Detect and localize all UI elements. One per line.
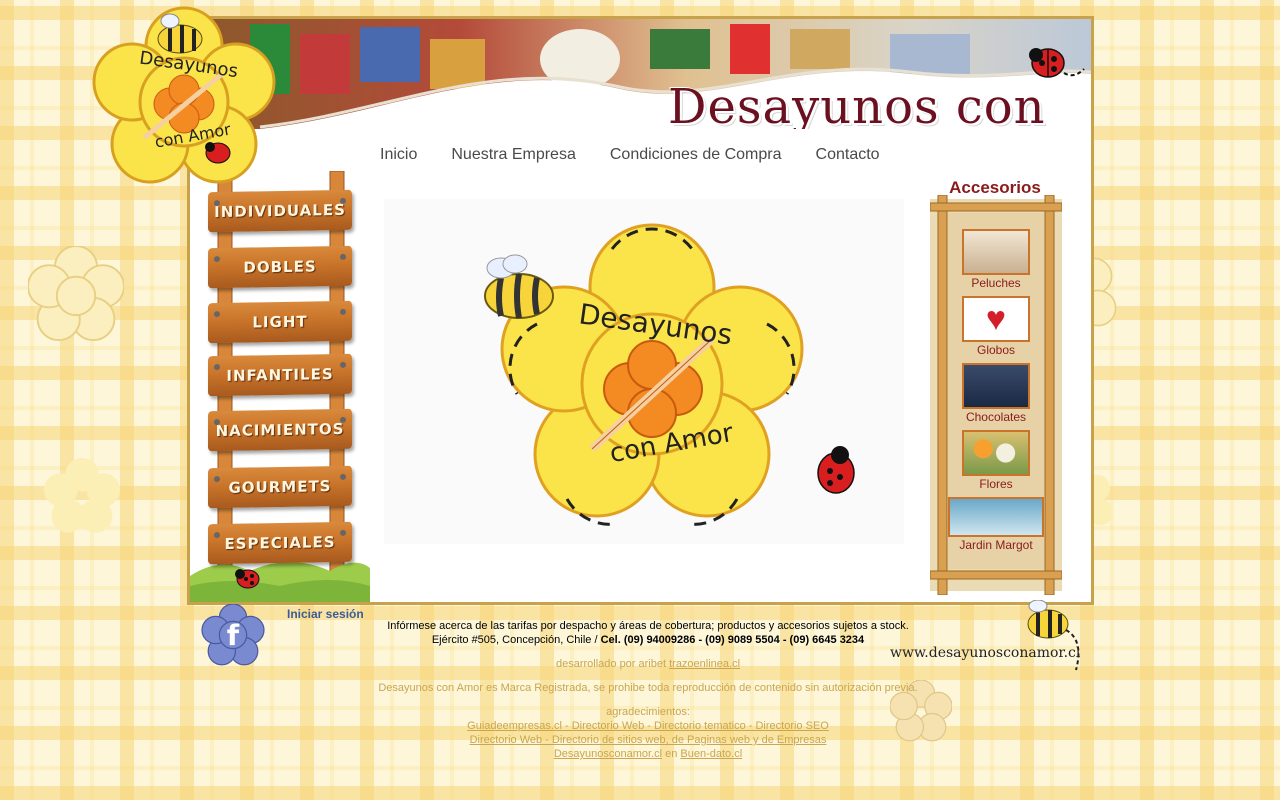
menu-label: DOBLES (243, 257, 317, 277)
thanks-link-buendato[interactable]: Buen-dato.cl (680, 748, 742, 760)
menu-label: INFANTILES (226, 365, 334, 385)
menu-individuales[interactable]: INDIVIDUALES (208, 189, 352, 233)
flowers-icon (962, 430, 1030, 476)
accessory-globos[interactable]: ♥ Globos (930, 296, 1062, 357)
accessory-flores[interactable]: Flores (930, 430, 1062, 491)
info-line1: Infórmese acerca de las tarifas por desp… (387, 620, 909, 632)
accessory-label: Chocolates (965, 410, 1027, 424)
menu-light[interactable]: LIGHT (208, 300, 352, 344)
thanks-label: agradecimientos: (606, 706, 690, 718)
info-line2: Ejército #505, Concepción, Chile / Cel. … (330, 634, 966, 646)
ladybug-icon (1029, 48, 1085, 78)
developer-link[interactable]: trazoenlinea.cl (669, 658, 740, 670)
thanks-line1: Guiadeempresas.cl - Directorio Web - Dir… (330, 720, 966, 732)
background-flower-icon (28, 246, 124, 342)
thanks-line3: Desayunosconamor.cl en Buen-dato.cl (330, 748, 966, 760)
address-text: Ejército #505, Concepción, Chile / (431, 634, 601, 646)
plush-dog-icon (962, 229, 1030, 275)
accessory-chocolates[interactable]: Chocolates (930, 363, 1062, 424)
hero-flower-logo: Desayunos con Amor (384, 199, 904, 544)
nav-condiciones-de-compra[interactable]: Condiciones de Compra (610, 146, 782, 164)
accessory-label: Jardin Margot (959, 538, 1033, 552)
jardin-margot-logo (948, 497, 1044, 537)
accessories-panel: Peluches ♥ Globos Chocolates Flores Jard… (930, 195, 1062, 595)
menu-label: GOURMETS (228, 477, 332, 497)
website-url-text: www.desayunosconamor.cl (890, 645, 1081, 661)
accessory-label: Globos (976, 343, 1016, 357)
phones-text: Cel. (09) 94009286 - (09) 9089 5504 - (0… (600, 634, 865, 646)
menu-especiales[interactable]: ESPECIALES (208, 521, 352, 565)
site-logo[interactable]: Desayunos con Amor (88, 3, 283, 185)
chocolate-box-icon (962, 363, 1030, 409)
menu-dobles[interactable]: DOBLES (208, 245, 352, 289)
heart-balloon-icon: ♥ (962, 296, 1030, 342)
header-banner: Desayunos con Amor (190, 19, 1091, 129)
menu-nacimientos[interactable]: NACIMIENTOS (208, 408, 352, 452)
accessory-label: Flores (979, 477, 1013, 491)
facebook-flower-icon[interactable]: f (200, 604, 266, 666)
login-link[interactable]: Iniciar sesión (287, 607, 364, 621)
menu-label: ESPECIALES (224, 533, 336, 553)
category-ladder-menu: INDIVIDUALES DOBLES LIGHT INFANTILES NAC… (190, 171, 370, 602)
menu-label: LIGHT (252, 312, 308, 332)
menu-infantiles[interactable]: INFANTILES (208, 353, 352, 397)
developer-credit: desarrollado por aribet trazoenlinea.cl (330, 658, 966, 670)
nav-contacto[interactable]: Contacto (816, 146, 880, 164)
nav-inicio[interactable]: Inicio (380, 146, 417, 164)
menu-label: INDIVIDUALES (214, 200, 346, 222)
menu-gourmets[interactable]: GOURMETS (208, 465, 352, 509)
top-navigation: Inicio Nuestra Empresa Condiciones de Co… (380, 146, 940, 164)
footer: f Iniciar sesión Infórmese acerca de las… (0, 600, 1280, 800)
thanks-mid-text: en (662, 748, 681, 760)
trademark-notice: Desayunos con Amor es Marca Registrada, … (378, 682, 918, 694)
accessory-label: Peluches (971, 276, 1021, 290)
svg-text:f: f (227, 619, 240, 652)
accessory-peluches[interactable]: Peluches (930, 229, 1062, 290)
background-flower-icon (44, 458, 120, 533)
developer-prefix: desarrollado por aribet (555, 658, 670, 670)
thanks-link-desayunosconamor[interactable]: Desayunosconamor.cl (554, 748, 662, 760)
thanks-link-guiadeempresas[interactable]: Guiadeempresas.cl - Directorio Web - Dir… (467, 720, 829, 732)
accessory-jardin-margot[interactable]: Jardin Margot (930, 497, 1062, 552)
main-frame: Desayunos con Amor Inicio Nuestra Empres… (187, 16, 1094, 605)
thanks-line2: Directorio Web - Directorio de sitios we… (330, 734, 966, 746)
menu-label: NACIMIENTOS (215, 419, 345, 441)
thanks-link-directorio[interactable]: Directorio Web - Directorio de sitios we… (470, 734, 827, 746)
nav-nuestra-empresa[interactable]: Nuestra Empresa (451, 146, 576, 164)
bee-icon (1027, 600, 1080, 671)
